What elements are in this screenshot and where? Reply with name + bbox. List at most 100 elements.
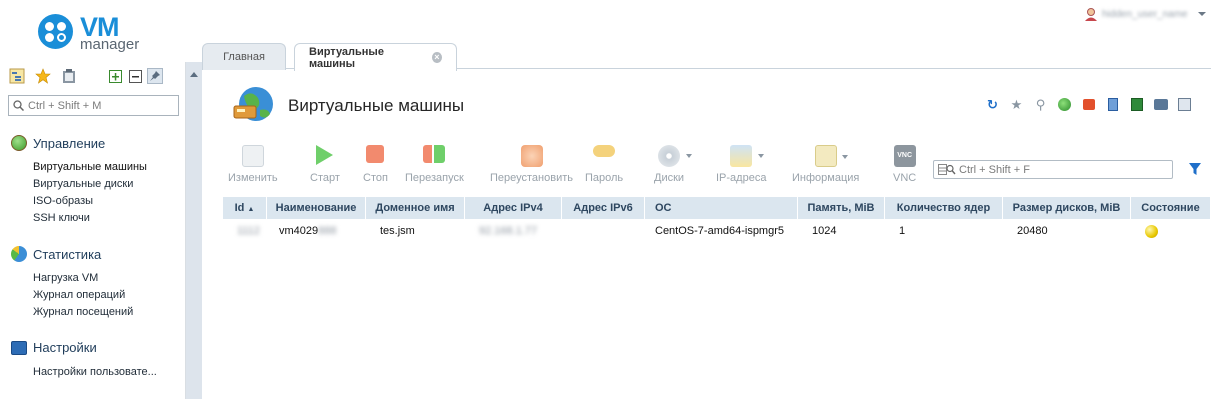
cell-os: CentOS-7-amd64-ispmgr5 (655, 225, 784, 237)
sidebar-search-input[interactable] (28, 99, 173, 112)
network-icon (730, 145, 765, 167)
excel-export-icon[interactable] (1129, 97, 1144, 112)
button-label: Перезапуск (405, 172, 464, 184)
expand-all-icon[interactable] (107, 68, 123, 84)
sidebar-group-settings[interactable]: Настройки (11, 340, 97, 355)
start-button[interactable]: Старт (310, 145, 340, 184)
dropdown-arrow-icon (686, 154, 693, 158)
sidebar-item-iso-images[interactable]: ISO-образы (33, 195, 93, 207)
sidebar-item-vm-load[interactable]: Нагрузка VM (33, 272, 98, 284)
stop-button[interactable]: Стоп (363, 145, 388, 184)
sidebar-item-virtual-disks[interactable]: Виртуальные диски (33, 178, 133, 190)
column-header-disk-size[interactable]: Размер дисков, MiB (1003, 197, 1131, 219)
pin-icon[interactable]: ⚲ (1033, 97, 1048, 112)
help-globe-icon[interactable] (1057, 97, 1072, 112)
tab-home[interactable]: Главная (202, 43, 286, 70)
copy-icon[interactable] (1105, 97, 1120, 112)
close-icon[interactable]: × (431, 52, 442, 63)
info-button[interactable]: Информация (792, 145, 859, 184)
star-icon[interactable]: ★ (1009, 97, 1024, 112)
vm-name-hidden: 888 (318, 225, 337, 237)
sidebar-toolbar (9, 68, 163, 84)
sidebar-group-statistics[interactable]: Статистика (11, 246, 101, 262)
filter-icon[interactable] (1188, 162, 1202, 176)
sidebar-group-management[interactable]: Управление (11, 135, 105, 151)
table-row[interactable]: 1112 vm4029888 tes.jsm 92.168.1.77 CentO… (223, 221, 1211, 241)
key-icon (593, 145, 616, 157)
button-label: Диски (654, 172, 685, 184)
column-header-domain[interactable]: Доменное имя (366, 197, 465, 219)
sidebar-search[interactable] (8, 95, 179, 116)
stop-icon[interactable] (1081, 97, 1096, 112)
cell-memory: 1024 (812, 225, 837, 237)
button-label: Старт (310, 172, 340, 184)
tab-label: Виртуальные машины (309, 45, 384, 70)
sidebar-item-virtual-machines[interactable]: Виртуальные машины (33, 161, 147, 173)
cell-ipv4: 92.168.1.77 (479, 225, 538, 237)
button-label: Изменить (228, 172, 278, 184)
cell-id: 1112 (237, 225, 260, 237)
sidebar-group-label: Управление (33, 135, 106, 151)
button-label: VNC (893, 172, 917, 184)
sidebar-item-visit-log[interactable]: Журнал посещений (33, 306, 133, 318)
button-label: Информация (792, 172, 860, 184)
sidebar: Управление Виртуальные машины Виртуальны… (0, 62, 186, 399)
button-label: Стоп (363, 172, 388, 184)
vnc-icon: VNC (893, 145, 916, 167)
column-header-ipv6[interactable]: Адрес IPv6 (562, 197, 645, 219)
virtual-machines-icon (232, 84, 278, 130)
vmmanager-logo[interactable]: VM manager (38, 12, 158, 54)
button-label: IP-адреса (716, 172, 767, 184)
logo-subtext: manager (80, 36, 140, 53)
collapse-all-icon[interactable] (127, 68, 143, 84)
vm-name: vm4029 (279, 225, 319, 237)
column-header-cores[interactable]: Количество ядер (885, 197, 1003, 219)
disk-icon (658, 145, 693, 167)
sort-asc-icon: ▲ (247, 206, 255, 213)
cell-cores: 1 (899, 225, 906, 237)
column-header-name[interactable]: Наименование (267, 197, 366, 219)
pie-chart-icon (11, 246, 27, 262)
collapse-arrow-icon[interactable] (190, 72, 198, 77)
button-label: Переустановить (490, 172, 573, 184)
button-label: Пароль (585, 172, 624, 184)
column-header-state[interactable]: Состояние (1131, 197, 1211, 219)
header-label: Id (234, 202, 245, 214)
sidebar-item-ssh-keys[interactable]: SSH ключи (33, 212, 90, 224)
password-button[interactable]: Пароль (585, 145, 623, 184)
sidebar-splitter[interactable] (186, 62, 202, 399)
refresh-icon[interactable]: ↻ (985, 97, 1000, 112)
column-header-os[interactable]: ОС (645, 197, 798, 219)
table-settings-icon[interactable] (1177, 97, 1192, 112)
restart-button[interactable]: Перезапуск (405, 145, 464, 184)
pin-icon[interactable] (147, 68, 163, 84)
vnc-button[interactable]: VNC VNC (893, 145, 916, 184)
table-search[interactable] (933, 160, 1173, 179)
play-icon (316, 145, 334, 165)
search-icon (13, 100, 24, 111)
monitor-settings-icon (11, 340, 27, 355)
page-title: Виртуальные машины (288, 96, 465, 115)
favorites-star-icon[interactable] (35, 68, 51, 84)
tree-view-icon[interactable] (9, 68, 25, 84)
page-actions: ↻ ★ ⚲ (985, 97, 1192, 112)
print-icon[interactable] (1153, 97, 1168, 112)
cell-state (1131, 221, 1211, 241)
user-menu[interactable]: hidden_user_name (1084, 6, 1206, 22)
lightbulb-on-icon (1145, 225, 1158, 238)
column-header-ipv4[interactable]: Адрес IPv4 (465, 197, 562, 219)
column-header-memory[interactable]: Память, MiB (798, 197, 885, 219)
cell-domain: tes.jsm (380, 225, 415, 237)
tab-virtual-machines[interactable]: Виртуальные машины × (294, 43, 457, 71)
ip-addresses-button[interactable]: IP-адреса (716, 145, 766, 184)
edit-button[interactable]: Изменить (228, 145, 278, 184)
table-search-input[interactable] (959, 163, 1169, 176)
user-name: hidden_user_name (1102, 8, 1188, 20)
sidebar-item-operation-log[interactable]: Журнал операций (33, 289, 125, 301)
tab-label: Главная (223, 51, 265, 63)
disks-button[interactable]: Диски (654, 145, 693, 184)
clipboard-icon[interactable] (61, 68, 77, 84)
reinstall-button[interactable]: Переустановить (490, 145, 573, 184)
column-header-id[interactable]: Id ▲ (223, 197, 267, 219)
sidebar-item-user-settings[interactable]: Настройки пользовате... (33, 366, 157, 378)
